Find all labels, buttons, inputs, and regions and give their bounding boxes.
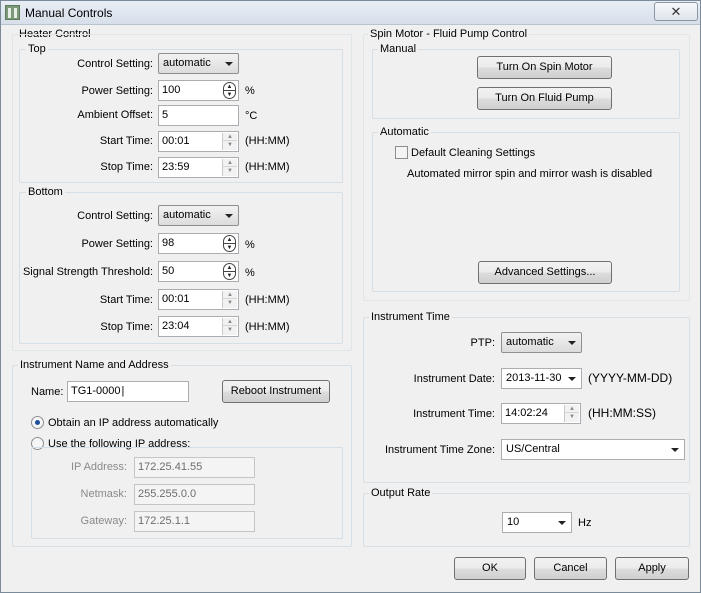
ip-address-value: 172.25.41.55: [138, 461, 203, 473]
manual-title: Manual: [378, 43, 419, 56]
instrument-time-value: 14:02:24: [505, 407, 548, 419]
name-label: Name:: [31, 386, 64, 398]
default-cleaning-label: Default Cleaning Settings: [411, 147, 536, 159]
advanced-settings-button[interactable]: Advanced Settings...: [478, 261, 612, 284]
ok-button[interactable]: OK: [454, 557, 526, 580]
gateway-label: Gateway:: [80, 515, 127, 527]
app-icon: [5, 5, 20, 20]
ptp-select[interactable]: automatic: [501, 332, 582, 353]
output-rate-value: 10: [507, 516, 520, 528]
netmask-value: 255.255.0.0: [138, 488, 197, 500]
chevron-down-icon: [568, 341, 576, 345]
name-input[interactable]: TG1-0000: [67, 381, 189, 402]
cleaning-status-text: Automated mirror spin and mirror wash is…: [407, 168, 653, 180]
time-zone-select[interactable]: US/Central: [501, 439, 685, 460]
date-format-hint: (YYYY-MM-DD): [588, 371, 673, 385]
title-bar: Manual Controls ✕: [1, 1, 700, 25]
default-cleaning-checkbox[interactable]: [395, 146, 408, 159]
instrument-date-picker[interactable]: 2013-11-30: [501, 368, 582, 389]
reboot-instrument-button[interactable]: Reboot Instrument: [222, 380, 330, 403]
manual-controls-window: Manual Controls ✕ Heater Control Top Con…: [0, 0, 701, 593]
ptp-label: PTP:: [470, 337, 495, 349]
chevron-down-icon: [568, 377, 576, 381]
obtain-ip-auto-radio[interactable]: [31, 416, 44, 429]
output-rate-unit: Hz: [578, 517, 592, 529]
netmask-label: Netmask:: [80, 488, 127, 500]
automatic-title: Automatic: [378, 126, 431, 139]
apply-button[interactable]: Apply: [615, 557, 689, 580]
gateway-field[interactable]: 172.25.1.1: [134, 511, 255, 532]
output-rate-select[interactable]: 10: [502, 512, 572, 533]
spin-pump-title: Spin Motor - Fluid Pump Control: [368, 28, 530, 41]
cancel-button[interactable]: Cancel: [534, 557, 607, 580]
gateway-value: 172.25.1.1: [138, 515, 190, 527]
output-rate-title: Output Rate: [369, 487, 433, 500]
ptp-value: automatic: [506, 336, 554, 348]
time-format-hint: (HH:MM:SS): [588, 406, 656, 420]
ip-address-label: IP Address:: [70, 461, 127, 473]
instrument-date-label: Instrument Date:: [413, 373, 495, 385]
time-zone-label: Instrument Time Zone:: [384, 444, 495, 456]
chevron-down-icon: [558, 521, 566, 525]
instrument-time-field[interactable]: 14:02:24 ▲ ▼: [501, 403, 581, 424]
instrument-time-label: Instrument Time:: [413, 408, 495, 420]
instrument-time-stepper[interactable]: ▲ ▼: [564, 405, 579, 422]
instrument-address-title: Instrument Name and Address: [18, 359, 171, 372]
window-title: Manual Controls: [25, 6, 113, 20]
time-zone-value: US/Central: [506, 443, 560, 455]
instrument-time-title: Instrument Time: [369, 311, 452, 324]
netmask-field[interactable]: 255.255.0.0: [134, 484, 255, 505]
ip-address-field[interactable]: 172.25.41.55: [134, 457, 255, 478]
obtain-ip-auto-label: Obtain an IP address automatically: [48, 417, 219, 429]
chevron-down-icon: [671, 448, 679, 452]
instrument-date-value: 2013-11-30: [506, 372, 562, 384]
turn-on-fluid-pump-button[interactable]: Turn On Fluid Pump: [477, 87, 612, 110]
turn-on-spin-motor-button[interactable]: Turn On Spin Motor: [477, 56, 612, 79]
heater-control-group: [12, 34, 352, 351]
close-button[interactable]: ✕: [654, 2, 698, 21]
name-value: TG1-0000: [71, 385, 121, 397]
